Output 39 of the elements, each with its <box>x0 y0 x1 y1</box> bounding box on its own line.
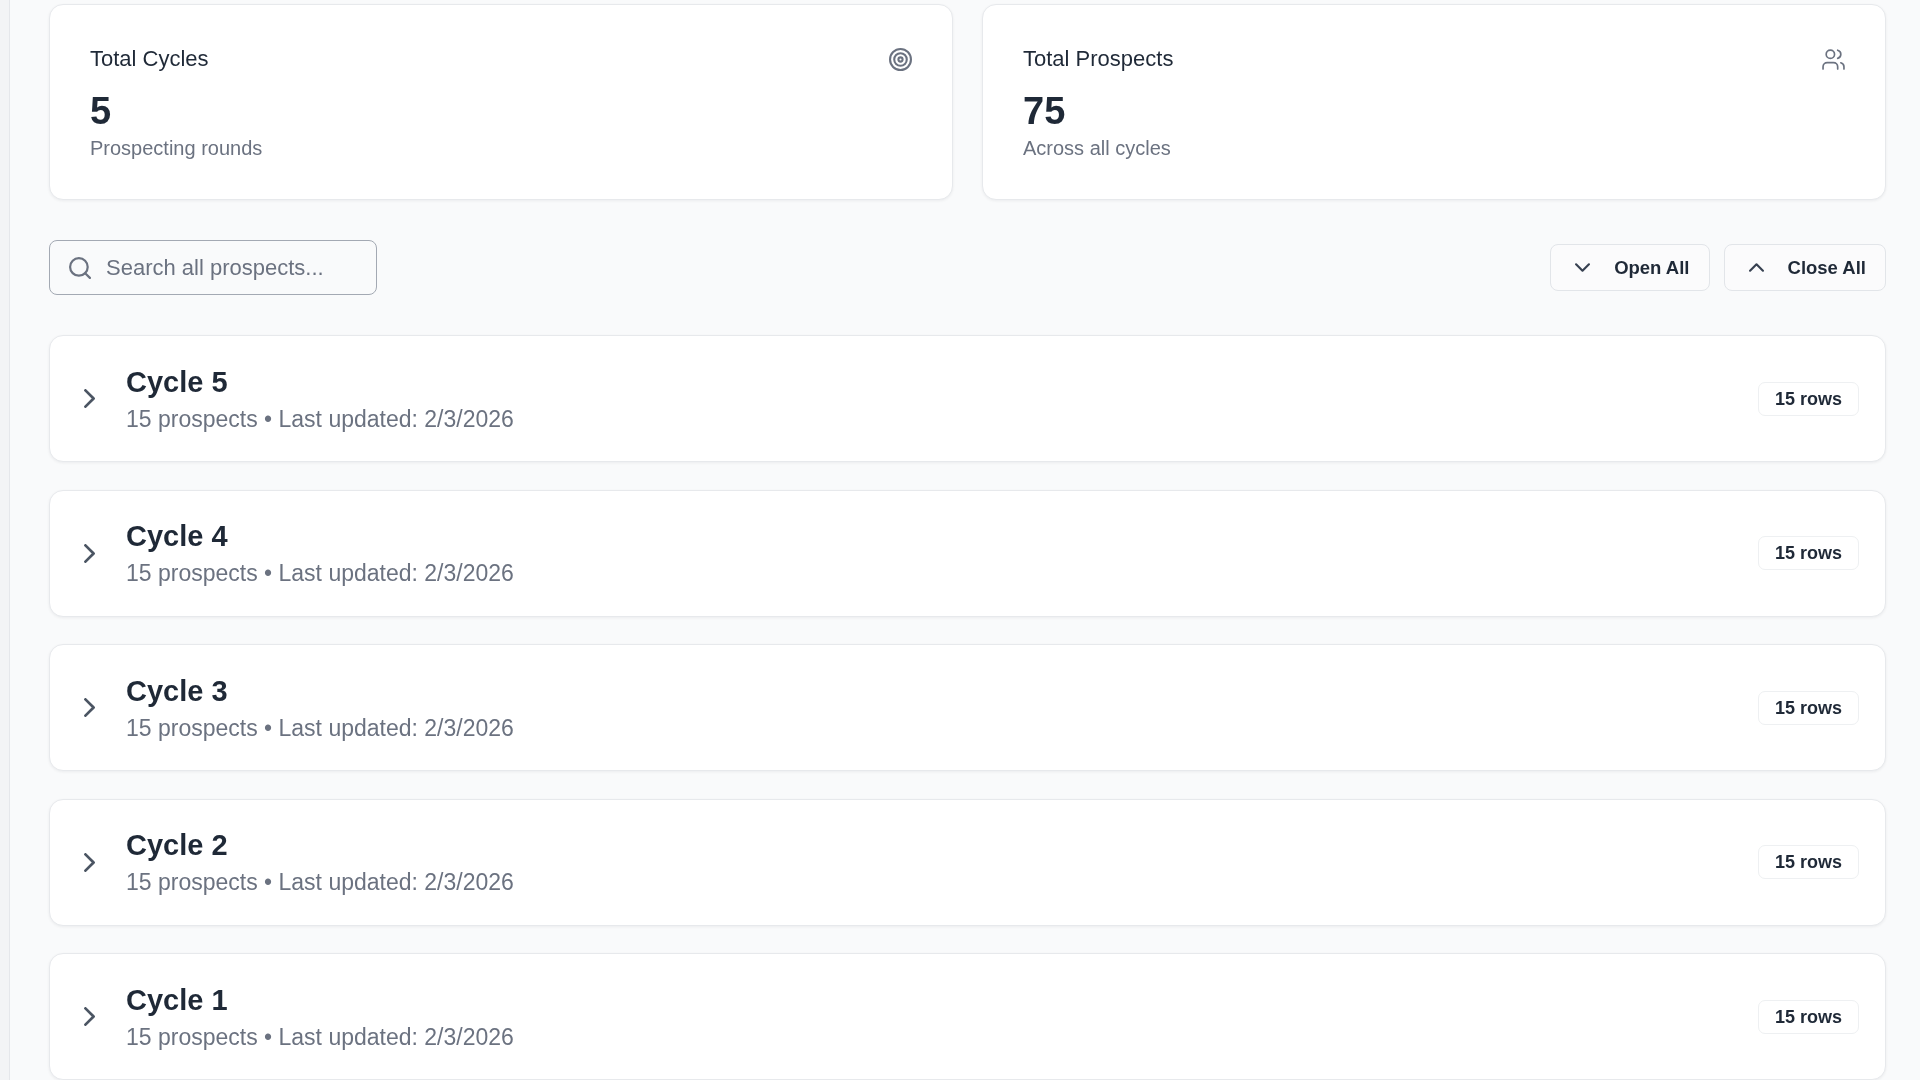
expand-all-button[interactable]: Open All <box>1550 244 1710 291</box>
stat-title: Total Prospects <box>1023 45 1174 73</box>
cycle-meta: 15 prospects • Last updated: 2/3/2026 <box>126 868 514 897</box>
stat-caption: Prospecting rounds <box>90 136 263 161</box>
cycle-meta: 15 prospects • Last updated: 2/3/2026 <box>126 1022 514 1052</box>
cycle-title: Cycle 2 <box>126 828 228 863</box>
cycle-title: Cycle 5 <box>126 364 228 400</box>
cycle-card[interactable]: Cycle 4 15 prospects • Last updated: 2/3/2026 15 rows <box>49 489 1886 617</box>
stat-value: 75 <box>1023 89 1066 133</box>
cycle-card[interactable]: Cycle 2 15 prospects • Last updated: 2/3/2026 15 rows <box>49 798 1886 926</box>
chevron-right-icon[interactable] <box>84 852 95 872</box>
collapse-all-button[interactable]: Close All <box>1723 244 1886 291</box>
chevron-right-icon[interactable] <box>84 698 95 717</box>
cycle-title: Cycle 1 <box>126 982 228 1018</box>
cycle-card[interactable]: Cycle 1 15 prospects • Last updated: 2/3/2026 15 rows <box>49 953 1886 1080</box>
chevron-right-icon[interactable] <box>84 543 95 563</box>
cycle-meta: 15 prospects • Last updated: 2/3/2026 <box>126 404 514 434</box>
row-count-badge: 15 rows <box>1757 536 1859 570</box>
users-icon <box>1822 48 1845 70</box>
search-icon <box>69 256 91 279</box>
chevron-right-icon[interactable] <box>84 389 95 408</box>
row-count-badge: 15 rows <box>1757 690 1859 725</box>
chevron-right-icon[interactable] <box>84 1007 95 1026</box>
stat-title: Total Cycles <box>90 45 209 73</box>
cycle-card[interactable]: Cycle 5 15 prospects • Last updated: 2/3/2026 15 rows <box>49 335 1886 462</box>
cycle-meta: 15 prospects • Last updated: 2/3/2026 <box>126 559 514 588</box>
target-icon <box>889 47 912 71</box>
stat-caption: Across all cycles <box>1023 136 1171 161</box>
search-field[interactable]: Search all prospects... <box>49 240 377 295</box>
row-count-badge: 15 rows <box>1757 381 1859 416</box>
cycle-title: Cycle 4 <box>126 519 228 554</box>
cycle-meta: 15 prospects • Last updated: 2/3/2026 <box>126 713 514 743</box>
chevron-up-icon <box>1748 263 1764 272</box>
row-count-badge: 15 rows <box>1757 999 1859 1034</box>
row-count-badge: 15 rows <box>1757 845 1859 879</box>
cycle-title: Cycle 3 <box>126 673 228 709</box>
chevron-down-icon <box>1575 263 1591 272</box>
stat-value: 5 <box>90 89 112 133</box>
cycle-card[interactable]: Cycle 3 15 prospects • Last updated: 2/3/2026 15 rows <box>49 644 1886 771</box>
